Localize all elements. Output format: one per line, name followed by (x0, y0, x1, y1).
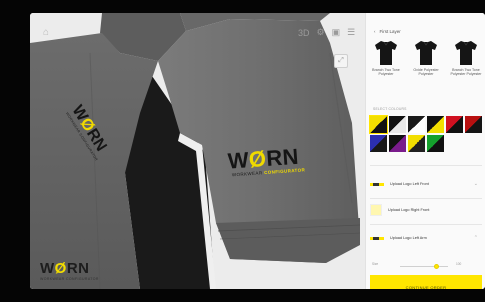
style-label: Branch Two Tone Polyester Polyester (450, 68, 482, 77)
upload-logo-left-front[interactable]: Upload Logo Left Front ⌄ (370, 173, 482, 195)
style-option-2[interactable]: Oxide Polyester Polyester (408, 40, 444, 77)
rotate-3d-icon[interactable]: 3D (298, 28, 310, 38)
slider-track[interactable] (400, 266, 448, 267)
upload-label: Upload Logo Right Front (388, 208, 430, 212)
colour-swatch[interactable] (408, 116, 425, 133)
shirt-icon (375, 41, 397, 65)
style-label: Oxide Polyester Polyester (413, 68, 439, 77)
divider (370, 165, 482, 166)
logo-text-end: RN (265, 143, 300, 171)
shirt-render[interactable] (30, 13, 365, 289)
sleeve-cuff (216, 218, 360, 263)
home-icon[interactable]: ⌂ (39, 25, 53, 39)
style-option-3[interactable]: Branch Two Tone Polyester Polyester (448, 40, 484, 77)
brand-o: Ø (54, 260, 67, 277)
colour-swatch[interactable] (408, 135, 425, 152)
slider-handle[interactable] (433, 264, 439, 269)
slider-label: Size (372, 262, 379, 266)
logo-thumb-icon (370, 204, 382, 216)
expand-icon[interactable]: ⤢ (334, 54, 348, 68)
chevron-up-icon: ⌃ (473, 235, 478, 241)
sleeve-logo-main: WØRN WORKWEAR CONFIGURATOR (227, 143, 305, 178)
colour-swatch[interactable] (427, 135, 444, 152)
logo-thumb-icon (370, 181, 384, 188)
size-slider[interactable]: Size 100 (372, 262, 480, 270)
logo-text: W (227, 147, 250, 174)
chevron-down-icon: ⌄ (473, 181, 478, 187)
colour-swatches (370, 116, 482, 152)
panel-header[interactable]: ‹ First Layer (374, 29, 401, 34)
colour-swatch[interactable] (446, 116, 463, 133)
view-toolbar: 3D ⚙ ▣ ☰ (298, 27, 355, 38)
colour-swatch[interactable] (389, 135, 406, 152)
upload-logo-right-front[interactable]: Upload Logo Right Front (370, 199, 482, 221)
brand-text: W (40, 260, 55, 277)
colour-swatch[interactable] (389, 116, 406, 133)
upload-label: Upload Logo Left Front (390, 182, 429, 186)
menu-icon[interactable]: ☰ (347, 27, 355, 38)
settings-icon[interactable]: ⚙ (317, 27, 325, 38)
shirt-icon (415, 41, 437, 65)
colour-swatch[interactable] (427, 116, 444, 133)
colour-swatch[interactable] (370, 116, 387, 133)
slider-value: 100 (456, 262, 462, 266)
style-label: Branch Two Tone Polyester (372, 68, 400, 77)
style-options: Branch Two Tone Polyester Oxide Polyeste… (368, 40, 484, 77)
upload-label: Upload Logo Left Arm (390, 236, 427, 240)
app-logo: WØRN WORKWEAR CONFIGURATOR (40, 261, 99, 281)
brand-text-end: RN (66, 260, 90, 277)
logo-o: Ø (248, 146, 268, 173)
colour-swatch[interactable] (465, 116, 482, 133)
product-canvas[interactable]: ⌂ 3D ⚙ ▣ ☰ ⤢ WØRN WORKWEAR CONFIGURATOR … (30, 13, 365, 289)
shirt-icon (455, 41, 477, 65)
colour-swatch[interactable] (370, 135, 387, 152)
colour-section-label: SELECT COLOURS (373, 107, 407, 111)
fullscreen-icon[interactable]: ▣ (332, 27, 341, 38)
configurator-window: ⌂ 3D ⚙ ▣ ☰ ⤢ WØRN WORKWEAR CONFIGURATOR … (30, 13, 485, 289)
style-option-1[interactable]: Branch Two Tone Polyester (368, 40, 404, 77)
chevron-left-icon[interactable]: ‹ (374, 29, 376, 34)
options-panel: ‹ First Layer Branch Two Tone Polyester … (365, 13, 485, 289)
upload-logo-left-arm[interactable]: Upload Logo Left Arm ⌃ (370, 227, 482, 249)
panel-title: First Layer (379, 29, 401, 34)
continue-button[interactable]: CONTINUE ORDER (370, 275, 482, 289)
logo-thumb-icon (370, 235, 384, 242)
divider (370, 224, 482, 225)
brand-tagline: WORKWEAR CONFIGURATOR (40, 277, 99, 281)
